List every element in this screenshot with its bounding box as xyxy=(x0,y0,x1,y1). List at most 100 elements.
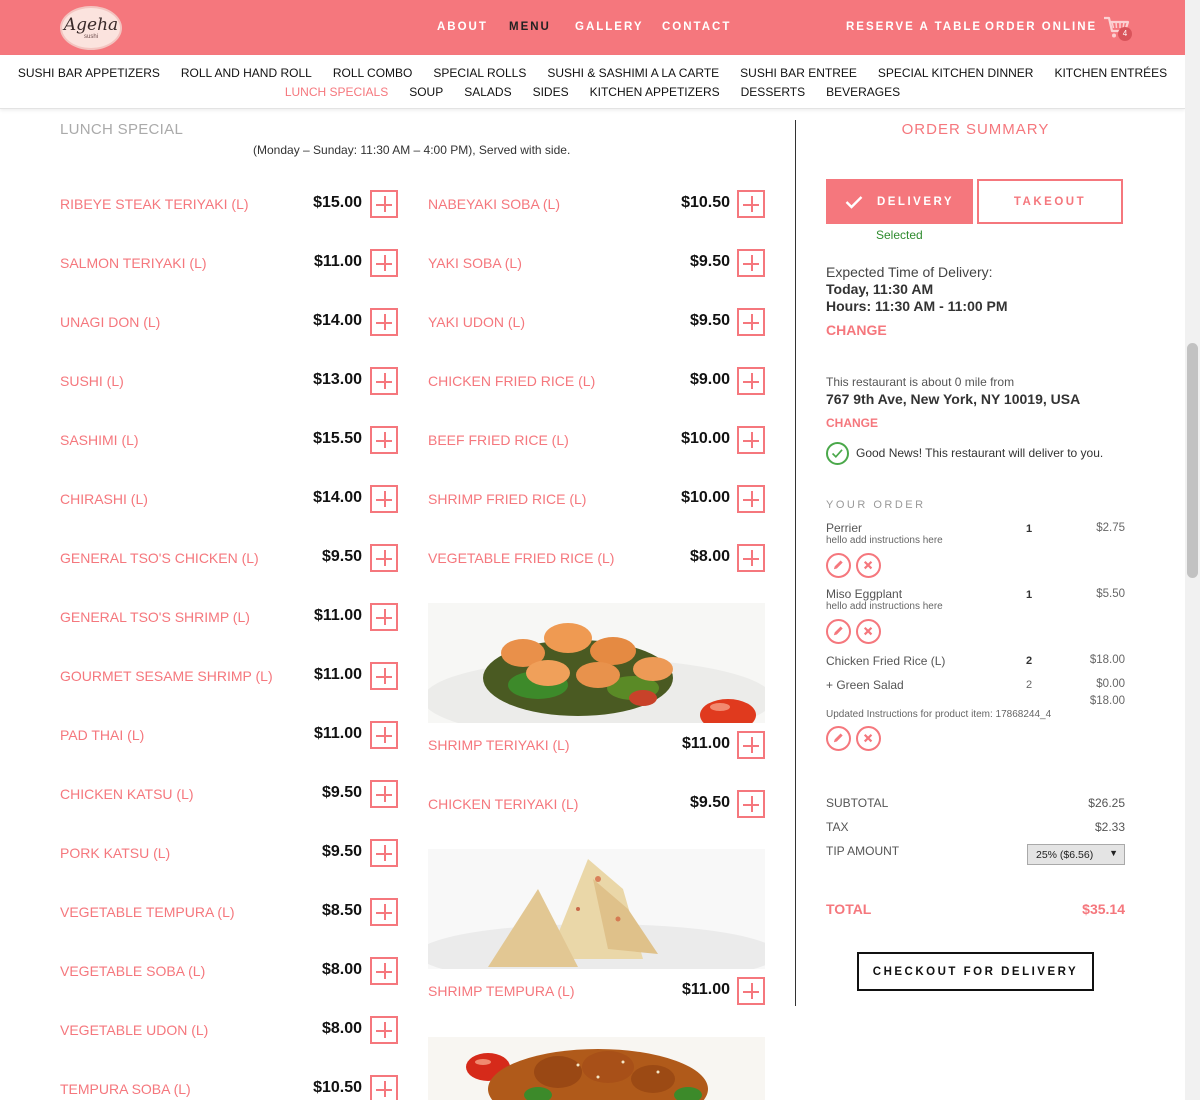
nav-menu[interactable]: MENU xyxy=(509,21,551,33)
add-to-cart-plus-icon[interactable] xyxy=(370,603,398,631)
category-link[interactable]: SPECIAL KITCHEN DINNER xyxy=(867,66,1044,80)
tip-amount-select[interactable]: 25% ($6.56) ▼ xyxy=(1027,844,1125,865)
category-row-1: SUSHI BAR APPETIZERS ROLL AND HAND ROLL RO… xyxy=(0,66,1185,80)
order-online-link[interactable]: ORDER ONLINE xyxy=(985,21,1097,33)
order-item-instructions: hello add instructions here xyxy=(826,601,943,612)
menu-item-price: $9.50 xyxy=(689,794,730,811)
add-to-cart-plus-icon[interactable] xyxy=(737,544,765,572)
add-to-cart-plus-icon[interactable] xyxy=(370,1016,398,1044)
menu-item-name[interactable]: CHIRASHI (L) xyxy=(60,491,148,507)
add-to-cart-plus-icon[interactable] xyxy=(370,485,398,513)
menu-item-name[interactable]: YAKI SOBA (L) xyxy=(428,255,522,271)
remove-x-icon[interactable] xyxy=(856,619,881,644)
edit-pencil-icon[interactable] xyxy=(826,553,851,578)
menu-item-price: $11.00 xyxy=(681,981,730,998)
add-to-cart-plus-icon[interactable] xyxy=(737,731,765,759)
add-to-cart-plus-icon[interactable] xyxy=(370,367,398,395)
add-to-cart-plus-icon[interactable] xyxy=(370,721,398,749)
add-to-cart-plus-icon[interactable] xyxy=(370,544,398,572)
add-to-cart-plus-icon[interactable] xyxy=(737,426,765,454)
menu-item-name[interactable]: PORK KATSU (L) xyxy=(60,845,170,861)
menu-item-name[interactable]: SUSHI (L) xyxy=(60,373,124,389)
category-link[interactable]: ROLL COMBO xyxy=(322,66,423,80)
restaurant-logo[interactable]: Ageha sushi xyxy=(60,6,122,50)
add-to-cart-plus-icon[interactable] xyxy=(370,1075,398,1100)
category-link[interactable]: SUSHI & SASHIMI A LA CARTE xyxy=(537,66,730,80)
reserve-table-link[interactable]: RESERVE A TABLE xyxy=(846,21,982,33)
add-to-cart-plus-icon[interactable] xyxy=(737,190,765,218)
nav-about[interactable]: ABOUT xyxy=(437,21,488,33)
add-to-cart-plus-icon[interactable] xyxy=(370,662,398,690)
category-link[interactable]: SUSHI BAR ENTREE xyxy=(730,66,868,80)
menu-item-name[interactable]: SHRIMP FRIED RICE (L) xyxy=(428,491,586,507)
menu-item-name[interactable]: SALMON TERIYAKI (L) xyxy=(60,255,207,271)
menu-item-name[interactable]: PAD THAI (L) xyxy=(60,727,144,743)
add-to-cart-plus-icon[interactable] xyxy=(370,190,398,218)
menu-item-name[interactable]: CHICKEN TERIYAKI (L) xyxy=(428,796,578,812)
add-to-cart-plus-icon[interactable] xyxy=(370,839,398,867)
menu-item-name[interactable]: GENERAL TSO'S CHICKEN (L) xyxy=(60,550,259,566)
nav-gallery[interactable]: GALLERY xyxy=(575,21,644,33)
menu-item-name[interactable]: GENERAL TSO'S SHRIMP (L) xyxy=(60,609,250,625)
category-link[interactable]: ROLL AND HAND ROLL xyxy=(170,66,322,80)
add-to-cart-plus-icon[interactable] xyxy=(737,249,765,277)
nav-contact[interactable]: CONTACT xyxy=(662,21,731,33)
category-link[interactable]: SPECIAL ROLLS xyxy=(423,66,537,80)
menu-item-name[interactable]: YAKI UDON (L) xyxy=(428,314,525,330)
change-address-link[interactable]: CHANGE xyxy=(826,416,878,430)
menu-item: VEGETABLE FRIED RICE (L) $8.00 xyxy=(428,544,765,572)
category-link[interactable]: DESSERTS xyxy=(730,85,815,99)
takeout-button[interactable]: TAKEOUT xyxy=(977,179,1123,224)
category-link[interactable]: SIDES xyxy=(522,85,579,99)
category-link[interactable]: SALADS xyxy=(454,85,522,99)
remove-x-icon[interactable] xyxy=(856,726,881,751)
menu-item-name[interactable]: VEGETABLE TEMPURA (L) xyxy=(60,904,235,920)
category-link[interactable]: SOUP xyxy=(399,85,454,99)
category-link[interactable]: KITCHEN ENTRÉES xyxy=(1044,66,1178,80)
menu-item-name[interactable]: SHRIMP TEMPURA (L) xyxy=(428,983,575,999)
edit-pencil-icon[interactable] xyxy=(826,726,851,751)
add-to-cart-plus-icon[interactable] xyxy=(370,249,398,277)
add-to-cart-plus-icon[interactable] xyxy=(737,790,765,818)
category-link[interactable]: KITCHEN APPETIZERS xyxy=(579,85,730,99)
menu-item-name[interactable]: VEGETABLE FRIED RICE (L) xyxy=(428,550,614,566)
menu-item: SHRIMP TEMPURA (L) $11.00 xyxy=(428,977,765,1005)
category-link[interactable]: LUNCH SPECIALS xyxy=(274,85,398,99)
checkout-button[interactable]: CHECKOUT FOR DELIVERY xyxy=(857,952,1094,991)
add-to-cart-plus-icon[interactable] xyxy=(737,977,765,1005)
delivery-button[interactable]: DELIVERY xyxy=(826,179,973,224)
scrollbar-thumb[interactable] xyxy=(1187,343,1198,578)
menu-item-name[interactable]: VEGETABLE UDON (L) xyxy=(60,1022,208,1038)
menu-item-price: $9.50 xyxy=(321,548,362,565)
menu-item-name[interactable]: NABEYAKI SOBA (L) xyxy=(428,196,560,212)
edit-pencil-icon[interactable] xyxy=(826,619,851,644)
menu-item-name[interactable]: SHRIMP TERIYAKI (L) xyxy=(428,737,570,753)
add-to-cart-plus-icon[interactable] xyxy=(370,780,398,808)
top-navigation-bar: Ageha sushi ABOUT MENU GALLERY CONTACT R… xyxy=(0,0,1185,55)
menu-item-price: $10.00 xyxy=(681,430,730,447)
menu-item-name[interactable]: SASHIMI (L) xyxy=(60,432,139,448)
add-to-cart-plus-icon[interactable] xyxy=(737,308,765,336)
remove-x-icon[interactable] xyxy=(856,553,881,578)
menu-item-name[interactable]: GOURMET SESAME SHRIMP (L) xyxy=(60,668,273,684)
add-to-cart-plus-icon[interactable] xyxy=(370,898,398,926)
menu-item-name[interactable]: UNAGI DON (L) xyxy=(60,314,160,330)
category-link[interactable]: SUSHI BAR APPETIZERS xyxy=(7,66,170,80)
change-time-link[interactable]: CHANGE xyxy=(826,322,887,338)
add-to-cart-plus-icon[interactable] xyxy=(370,957,398,985)
add-to-cart-plus-icon[interactable] xyxy=(370,426,398,454)
menu-item-name[interactable]: TEMPURA SOBA (L) xyxy=(60,1081,191,1097)
category-link[interactable]: BEVERAGES xyxy=(816,85,911,99)
add-to-cart-plus-icon[interactable] xyxy=(737,485,765,513)
menu-item-name[interactable]: CHICKEN KATSU (L) xyxy=(60,786,194,802)
menu-item: VEGETABLE UDON (L) $8.00 xyxy=(60,1016,398,1044)
menu-item-name[interactable]: CHICKEN FRIED RICE (L) xyxy=(428,373,595,389)
menu-item-name[interactable]: RIBEYE STEAK TERIYAKI (L) xyxy=(60,196,249,212)
menu-item-name[interactable]: VEGETABLE SOBA (L) xyxy=(60,963,205,979)
add-to-cart-plus-icon[interactable] xyxy=(737,367,765,395)
add-to-cart-plus-icon[interactable] xyxy=(370,308,398,336)
menu-item: UNAGI DON (L) $14.00 xyxy=(60,308,398,336)
menu-item-name[interactable]: BEEF FRIED RICE (L) xyxy=(428,432,569,448)
general-tso-dish-photo xyxy=(428,1037,765,1100)
expected-time-value: Today, 11:30 AM xyxy=(826,281,934,297)
